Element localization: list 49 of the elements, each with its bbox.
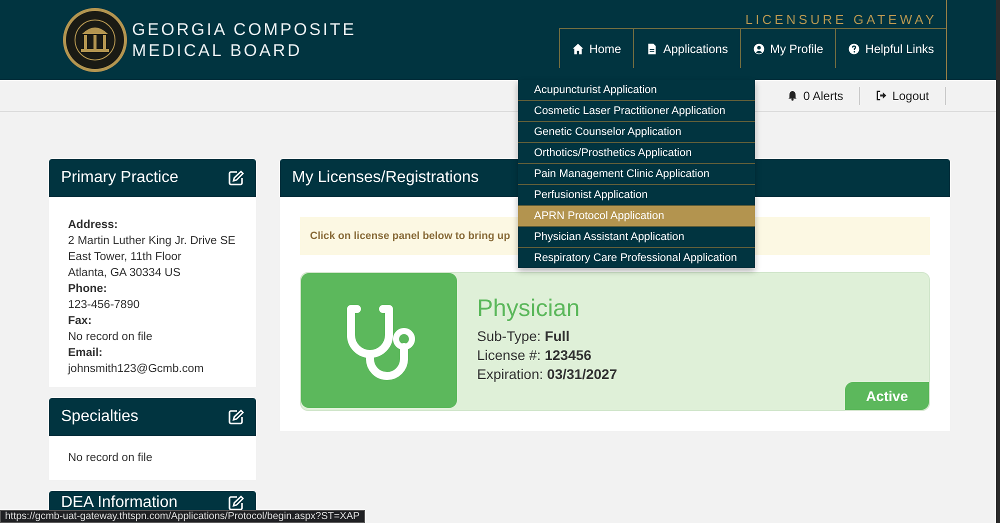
- seal-logo: [62, 7, 128, 73]
- field-value: 123-456-7890: [68, 298, 141, 313]
- field-value: No record on file: [68, 330, 154, 345]
- license-detail: Expiration: 03/31/2027: [477, 366, 618, 382]
- menu-item[interactable]: Acupuncturist Application: [518, 80, 755, 100]
- document-icon: [646, 42, 658, 54]
- user-icon: [752, 42, 765, 54]
- notice-text: Click on license panel below to bring up: [310, 230, 510, 242]
- license-type: Physician: [477, 295, 581, 323]
- license-detail: License #: 123456: [477, 347, 592, 363]
- panel-title: Specialties: [61, 408, 138, 426]
- nav-tab[interactable]: My Profile: [740, 28, 836, 68]
- field-label: Email:: [68, 346, 104, 361]
- site-title: GEORGIA COMPOSITE: [132, 19, 356, 40]
- field-value: Atlanta, GA 30334 US: [68, 266, 182, 281]
- menu-item[interactable]: Pain Management Clinic Application: [518, 163, 755, 184]
- status-url: https://gcmb-uat-gateway.thtspn.com/Applications/Protocol/begin.aspx?ST=XAP: [0, 510, 365, 523]
- menu-item[interactable]: Cosmetic Laser Practitioner Application: [518, 100, 755, 121]
- field-label: Address:: [68, 218, 119, 233]
- utility-link[interactable]: 0 Alerts: [771, 86, 860, 104]
- menu-item[interactable]: Genetic Counselor Application: [518, 121, 755, 142]
- site-title: MEDICAL BOARD: [132, 40, 304, 61]
- license-card[interactable]: Physician Sub-Type: Full License #: 123456 Expiration: 03/31/2027 Active: [300, 272, 930, 411]
- site-subtitle: LICENSURE GATEWAY: [745, 11, 938, 28]
- field-value: East Tower, 11th Floor: [68, 250, 182, 265]
- nav-tab[interactable]: Home: [559, 28, 634, 68]
- menu-item[interactable]: Respiratory Care Professional Application: [518, 247, 755, 268]
- logout-icon: [876, 90, 888, 101]
- nav-tab[interactable]: Applications: [633, 28, 740, 68]
- help-icon: [848, 42, 860, 54]
- status-badge: Active: [844, 382, 929, 410]
- license-detail: Sub-Type: Full: [477, 328, 571, 344]
- panel-title: Primary Practice: [61, 169, 178, 187]
- home-icon: [572, 42, 584, 54]
- field-label: Fax:: [68, 314, 93, 329]
- nav-tab[interactable]: Helpful Links: [835, 28, 946, 68]
- edit-icon[interactable]: [228, 495, 244, 511]
- panel-title: My Licenses/Registrations: [292, 169, 479, 187]
- panel-title: DEA Information: [61, 494, 178, 512]
- field-label: Phone:: [68, 282, 108, 297]
- panel-text: No record on file: [68, 451, 154, 466]
- field-value: 2 Martin Luther King Jr. Drive SE: [68, 234, 236, 249]
- bell-icon: [787, 90, 798, 101]
- menu-item[interactable]: Orthotics/Prosthetics Application: [518, 142, 755, 163]
- field-value: johnsmith123@Gcmb.com: [68, 362, 205, 377]
- utility-link[interactable]: Logout: [860, 86, 946, 104]
- menu-item[interactable]: Physician Assistant Application: [518, 226, 755, 247]
- edit-icon[interactable]: [228, 170, 244, 186]
- edit-icon[interactable]: [228, 409, 244, 425]
